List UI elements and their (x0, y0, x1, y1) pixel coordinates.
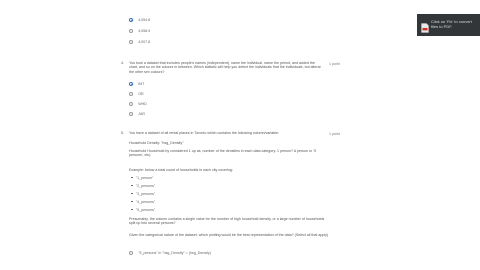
question-points: 1 point (329, 132, 340, 136)
option-label: 4,054.8 (138, 18, 151, 22)
list-item: "2_persons" (131, 183, 155, 188)
option-row[interactable]: 4,058.9 (129, 28, 150, 34)
radio-button[interactable] (129, 28, 134, 34)
option-label: "5_persons" in "hsg_Density" = (hsg_Dens… (138, 251, 211, 255)
bullet-dot (131, 176, 133, 179)
question-points: 1 point (329, 62, 340, 66)
quiz-page: 4,054.8 4,058.9 4,007.8 4. You took a da… (0, 0, 480, 270)
question-number: 4. (121, 61, 124, 65)
radio-button[interactable] (129, 111, 134, 117)
list-item-label: "3_persons" (135, 191, 156, 196)
question-prompt: Given the categorical nature of the data… (129, 233, 329, 237)
option-row[interactable]: JAR (129, 111, 145, 117)
radio-button[interactable] (129, 91, 134, 97)
radio-button-selected[interactable] (129, 17, 134, 23)
option-label: 4,058.9 (138, 29, 151, 33)
bullet-dot (131, 200, 133, 203)
option-label: WHD (138, 102, 147, 106)
list-item: "1_person" (131, 175, 153, 180)
list-item: "4_persons" (131, 199, 155, 204)
checkbox-option-row[interactable]: "5_persons" in "hsg_Density" = (hsg_Dens… (129, 250, 211, 256)
list-item-label: "5_persons" (135, 207, 156, 212)
option-label: 4,007.8 (138, 40, 151, 44)
option-row[interactable]: IMT (129, 81, 144, 87)
list-item: "5_persons" (131, 207, 155, 212)
radio-button[interactable] (129, 39, 134, 45)
bullet-dot (131, 192, 133, 195)
radio-button-selected[interactable] (129, 81, 134, 87)
list-item: "3_persons" (131, 191, 155, 196)
convert-to-pdf-popup[interactable]: Click on 'Fix' to convert files to PDF. (417, 14, 480, 36)
option-checkbox[interactable] (129, 250, 134, 256)
question-text: You have a dataset of all rental places … (129, 131, 280, 135)
question-number: 5. (121, 131, 124, 135)
example-lead: Example: below a total count of househol… (129, 168, 233, 172)
option-label: IMT (138, 82, 145, 86)
option-row[interactable]: 4,054.8 (129, 17, 150, 23)
question-text: You took a dataset that includes people'… (129, 61, 321, 74)
convert-hint-text: Click on 'Fix' to convert files to PDF. (431, 19, 472, 29)
bullet-dot (131, 208, 133, 211)
list-item-label: "4_persons" (135, 199, 156, 204)
bullet-dot (131, 184, 133, 187)
option-label: OR (138, 92, 144, 96)
list-item-label: "2_persons" (135, 183, 156, 188)
column-description: Household Household by considered 1 up a… (129, 149, 317, 158)
column-note: Presumably, the column contains a single… (129, 217, 325, 226)
option-row[interactable]: OR (129, 91, 144, 97)
option-row[interactable]: WHD (129, 101, 147, 107)
radio-button[interactable] (129, 101, 134, 107)
list-item-label: "1_person" (135, 175, 154, 180)
option-row[interactable]: 4,007.8 (129, 39, 150, 45)
pdf-file-icon (421, 20, 429, 33)
column-name: Household Density: "hsg_Density" (129, 141, 184, 145)
option-label: JAR (138, 112, 145, 116)
